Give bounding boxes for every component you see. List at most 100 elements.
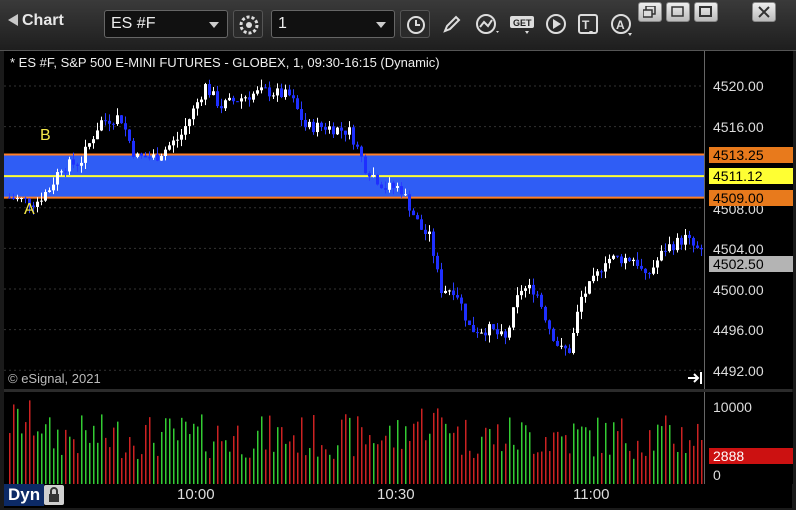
- candle-body: [352, 127, 355, 145]
- candle-body: [276, 88, 279, 96]
- interval-select[interactable]: 1: [271, 10, 395, 38]
- volume-bar: [305, 455, 307, 484]
- alert-button[interactable]: A: [606, 10, 636, 38]
- get-button[interactable]: GET: [505, 10, 535, 38]
- volume-bar: [361, 427, 363, 484]
- volume-bar: [185, 421, 187, 484]
- get-icon: GET: [510, 16, 534, 34]
- volume-bar: [425, 440, 427, 484]
- volume-bar: [301, 417, 303, 484]
- volume-bar: [673, 443, 675, 484]
- candle-body: [404, 194, 407, 196]
- play-button[interactable]: [541, 10, 571, 38]
- candle-body: [220, 106, 223, 109]
- volume-bar: [281, 427, 283, 484]
- volume-chart[interactable]: [4, 392, 704, 484]
- price-tick: 4500.00: [713, 282, 764, 298]
- volume-bar: [181, 417, 183, 484]
- play-icon: [546, 14, 566, 34]
- close-button[interactable]: [752, 2, 776, 22]
- candle-body: [160, 155, 163, 161]
- volume-bar: [553, 432, 555, 484]
- price-tag-zone-mid: 4511.12: [709, 168, 793, 184]
- candle-body: [120, 115, 123, 124]
- volume-bar: [193, 423, 195, 484]
- candle-body: [152, 154, 155, 158]
- volume-tick: 10000: [713, 399, 752, 415]
- candle-body: [612, 255, 615, 259]
- scroll-to-end-icon[interactable]: [686, 371, 704, 385]
- candle-body: [524, 288, 527, 291]
- volume-bar: [689, 440, 691, 484]
- candle-body: [376, 174, 379, 185]
- candle-body: [540, 294, 543, 307]
- candle-body: [308, 121, 311, 128]
- price-tick: 4492.00: [713, 363, 764, 379]
- settings-button[interactable]: [233, 10, 263, 38]
- price-axis[interactable]: 4520.00 4516.00 4508.00 4504.00 4500.00 …: [704, 51, 793, 389]
- candle-body: [344, 130, 347, 135]
- volume-bar: [265, 449, 267, 484]
- candle-body: [436, 255, 439, 270]
- volume-bar: [221, 441, 223, 484]
- volume-bar: [321, 445, 323, 484]
- candle-body: [128, 129, 131, 141]
- candle-body: [8, 197, 11, 199]
- lock-button[interactable]: [44, 485, 64, 505]
- text-tool-button[interactable]: T: [573, 10, 603, 38]
- volume-bar: [101, 414, 103, 484]
- candle-body: [268, 87, 271, 97]
- candle-body: [288, 89, 291, 96]
- volume-bar: [369, 435, 371, 484]
- time-axis[interactable]: 10:00 10:30 11:00: [4, 484, 792, 508]
- candle-body: [488, 324, 491, 336]
- volume-bar: [437, 408, 439, 484]
- volume-axis[interactable]: 10000 0 2888: [704, 392, 793, 484]
- clock-button[interactable]: [400, 10, 430, 38]
- volume-bar: [497, 424, 499, 484]
- candle-body: [96, 130, 99, 140]
- pencil-button[interactable]: [437, 10, 467, 38]
- minimize-window-button[interactable]: [666, 2, 690, 22]
- restore-button[interactable]: [638, 2, 662, 22]
- volume-bar: [621, 418, 623, 484]
- price-tag-zone-high: 4513.25: [709, 147, 793, 163]
- symbol-select[interactable]: ES #F: [104, 10, 228, 38]
- candle-body: [132, 140, 135, 157]
- watermark: © eSignal, 2021: [8, 371, 101, 386]
- candle-body: [636, 259, 639, 266]
- volume-tick: 0: [713, 467, 721, 483]
- volume-bar: [373, 443, 375, 484]
- candle-body: [448, 290, 451, 292]
- volume-bar: [261, 416, 263, 484]
- candle-body: [608, 258, 611, 264]
- candle-body: [428, 231, 431, 235]
- candle-body: [200, 99, 203, 103]
- candle-body: [112, 123, 115, 125]
- volume-bar: [545, 437, 547, 484]
- candle-body: [60, 171, 63, 173]
- dynamic-button[interactable]: Dyn: [4, 484, 45, 506]
- price-chart[interactable]: * ES #F, S&P 500 E-MINI FUTURES - GLOBEX…: [4, 51, 704, 389]
- volume-bar: [257, 430, 259, 484]
- maximize-button[interactable]: [694, 2, 718, 22]
- candle-body: [168, 145, 171, 150]
- candle-body: [136, 153, 139, 157]
- volume-bar: [537, 452, 539, 484]
- volume-bar: [409, 440, 411, 484]
- candle-body: [208, 84, 211, 96]
- volume-bar: [197, 426, 199, 484]
- candle-body: [544, 306, 547, 321]
- candle-body: [232, 97, 235, 102]
- volume-bar: [153, 442, 155, 484]
- volume-bar: [97, 442, 99, 484]
- candle-body: [496, 329, 499, 335]
- candle-body: [364, 156, 367, 174]
- time-label: 10:00: [177, 486, 215, 503]
- volume-bar: [289, 441, 291, 484]
- maximize-icon: [699, 6, 712, 17]
- indicator-button[interactable]: [471, 10, 501, 38]
- candle-body: [628, 257, 631, 262]
- volume-bar: [521, 422, 523, 484]
- candle-body: [632, 259, 635, 262]
